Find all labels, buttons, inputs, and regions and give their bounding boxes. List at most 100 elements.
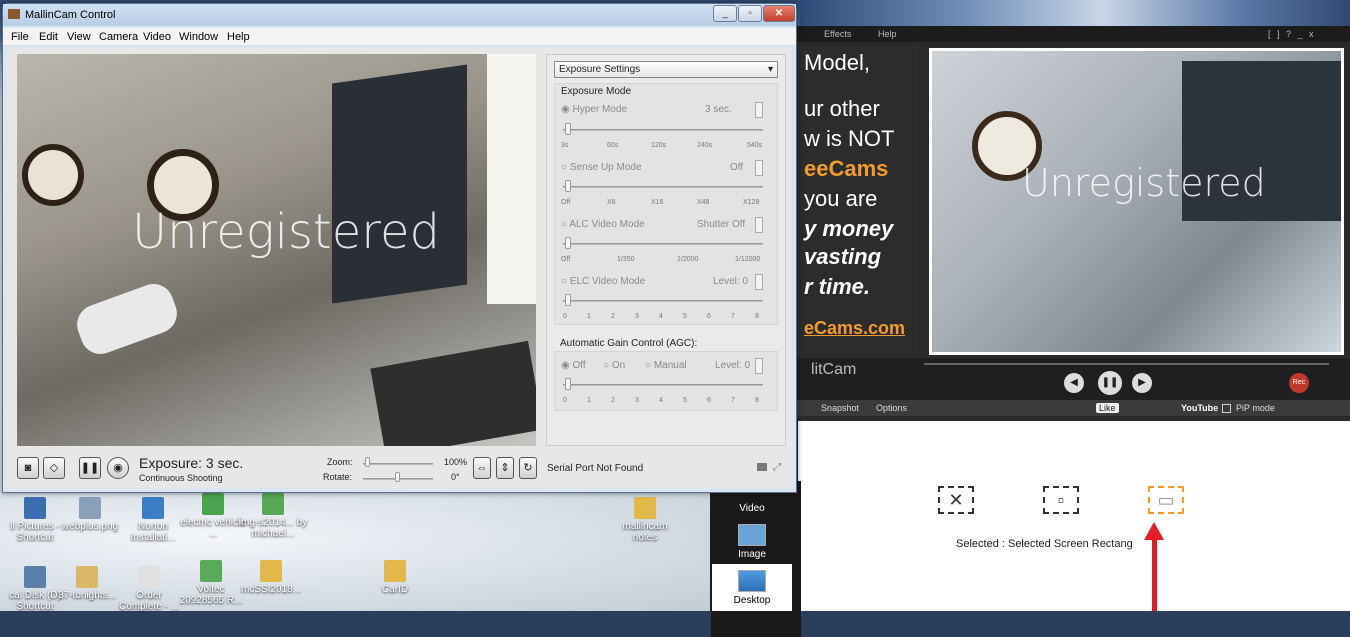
menu-help[interactable]: Help — [227, 31, 250, 43]
senseup-slider-track[interactable] — [563, 186, 763, 188]
pause-button[interactable]: ❚❚ — [1098, 371, 1122, 395]
desktop-icon[interactable]: mallincam notes — [610, 497, 680, 543]
expand-icon[interactable]: ⤢ — [773, 462, 781, 473]
next-button[interactable]: ▶ — [1132, 373, 1152, 393]
camera-icon[interactable]: ◙ — [17, 457, 39, 479]
prev-button[interactable]: ◀ — [1064, 373, 1084, 393]
menu-effects[interactable]: Effects — [824, 29, 851, 39]
settings-icon[interactable]: ◉ — [107, 457, 129, 479]
hyper-spinner[interactable] — [755, 102, 763, 118]
tick-label: 7 — [731, 397, 735, 404]
splitcam-menu-bar: Effects Help [ ] ? _ x — [796, 26, 1350, 42]
mallincam-window: MallinCam Control _ ▫ ✕ File Edit View C… — [2, 3, 797, 493]
wall-clock-left — [22, 144, 84, 206]
agc-slider-knob[interactable] — [565, 378, 571, 390]
tick-label: 7 — [731, 313, 735, 320]
panel-icon[interactable] — [757, 463, 767, 471]
rectangle-capture-icon[interactable]: ▭ — [1148, 486, 1184, 514]
senseup-slider-knob[interactable] — [565, 180, 571, 192]
flip-horizontal-icon[interactable]: ⇔ — [473, 457, 491, 479]
agc-on-radio[interactable]: ○ On — [603, 360, 625, 371]
menu-video[interactable]: Video — [143, 31, 171, 43]
ad-line: eeCams — [804, 156, 889, 181]
alc-spinner[interactable] — [755, 217, 763, 233]
tab-snapshot[interactable]: Snapshot — [821, 403, 859, 413]
window-light — [487, 54, 536, 304]
desktop-icon[interactable]: mcSSI2018... — [236, 560, 306, 595]
menu-help[interactable]: Help — [878, 29, 897, 39]
senseup-mode-label: Sense Up Mode — [569, 162, 642, 173]
pause-icon[interactable]: ❚❚ — [79, 457, 101, 479]
unregistered-watermark: Unregistered — [132, 204, 440, 260]
desktop-icon[interactable]: Order Complete - ... — [114, 566, 184, 612]
hyper-mode-radio[interactable]: ◉ Hyper Mode — [561, 104, 627, 115]
zoom-slider-track[interactable] — [363, 463, 433, 465]
elc-mode-radio[interactable]: ○ ELC Video Mode — [561, 276, 645, 287]
elc-slider-knob[interactable] — [565, 294, 571, 306]
tab-options[interactable]: Options — [876, 403, 907, 413]
volume-track[interactable] — [924, 363, 1329, 365]
tick-label: Off — [561, 199, 571, 206]
tick-label: 1/2000 — [677, 256, 699, 263]
menu-camera[interactable]: Camera — [99, 31, 138, 43]
agc-slider-track[interactable] — [563, 384, 763, 386]
source-image[interactable]: Image — [712, 524, 792, 560]
menu-file[interactable]: File — [11, 31, 29, 43]
zoom-label: Zoom: — [327, 457, 353, 467]
desktop-icon[interactable]: CarID — [360, 560, 430, 595]
flip-vertical-icon[interactable]: ⇕ — [496, 457, 514, 479]
youtube-button[interactable]: YouTube — [1181, 403, 1218, 413]
ad-link[interactable]: eCams.com — [804, 318, 905, 339]
menu-view[interactable]: View — [67, 31, 91, 43]
alc-mode-radio[interactable]: ○ ALC Video Mode — [561, 219, 645, 230]
record-button[interactable]: Rec — [1289, 373, 1309, 393]
stack-icon[interactable]: ◇ — [43, 457, 65, 479]
agc-spinner[interactable] — [755, 358, 763, 374]
tick-label: 4 — [659, 313, 663, 320]
tick-label: 3s — [561, 142, 569, 149]
alc-slider-knob[interactable] — [565, 237, 571, 249]
pip-checkbox[interactable] — [1222, 404, 1231, 413]
tick-label: 2 — [611, 397, 615, 404]
senseup-spinner[interactable] — [755, 160, 763, 176]
close-button[interactable]: ✕ — [763, 5, 795, 22]
ad-line: r time. — [804, 274, 871, 299]
alc-slider-track[interactable] — [563, 243, 763, 245]
agc-off-radio[interactable]: ◉ Off — [561, 360, 586, 371]
source-image-label: Image — [738, 549, 766, 560]
tick-label: 1 — [587, 313, 591, 320]
main-area: Unregistered Exposure Settings ▾ Exposure… — [7, 48, 792, 488]
desktop-icon[interactable]: webplus.png — [55, 497, 125, 532]
tick-label: 3 — [635, 313, 639, 320]
hyper-slider-track[interactable] — [563, 129, 763, 131]
image-icon — [738, 524, 766, 546]
desktop-icon[interactable]: 37-tonights... — [52, 566, 122, 601]
senseup-mode-radio[interactable]: ○ Sense Up Mode — [561, 162, 642, 173]
agc-manual-label: Manual — [653, 360, 687, 371]
desktop-icon[interactable]: img-s2014... by michael... — [238, 493, 308, 539]
tick-label: 8 — [755, 397, 759, 404]
ad-banner[interactable]: Model, ur other w is NOT eeCams you are … — [796, 44, 918, 369]
window-capture-icon[interactable]: ▫ — [1043, 486, 1079, 514]
brand-logo: litCam — [811, 361, 857, 378]
like-button[interactable]: Like — [1096, 403, 1119, 413]
elc-slider-track[interactable] — [563, 300, 763, 302]
maximize-button[interactable]: ▫ — [738, 5, 762, 22]
zoom-slider-knob[interactable] — [365, 457, 370, 467]
ad-line: vasting — [804, 244, 882, 269]
minimize-button[interactable]: _ — [713, 5, 737, 22]
settings-dropdown[interactable]: Exposure Settings ▾ — [554, 61, 778, 78]
menu-edit[interactable]: Edit — [39, 31, 58, 43]
rotate-icon[interactable]: ↻ — [519, 457, 537, 479]
elc-spinner[interactable] — [755, 274, 763, 290]
hyper-slider-knob[interactable] — [565, 123, 571, 135]
rotate-slider-knob[interactable] — [395, 472, 400, 482]
source-video[interactable]: Video — [712, 503, 792, 514]
fullscreen-capture-icon[interactable]: ✕ — [938, 486, 974, 514]
source-desktop[interactable]: Desktop — [712, 570, 792, 606]
menu-window[interactable]: Window — [179, 31, 218, 43]
window-controls[interactable]: [ ] ? _ x — [1268, 29, 1316, 39]
title-bar[interactable]: MallinCam Control _ ▫ ✕ — [3, 4, 796, 26]
agc-manual-radio[interactable]: ○ Manual — [645, 360, 687, 371]
desktop-icon-label: webplus.png — [61, 521, 119, 532]
